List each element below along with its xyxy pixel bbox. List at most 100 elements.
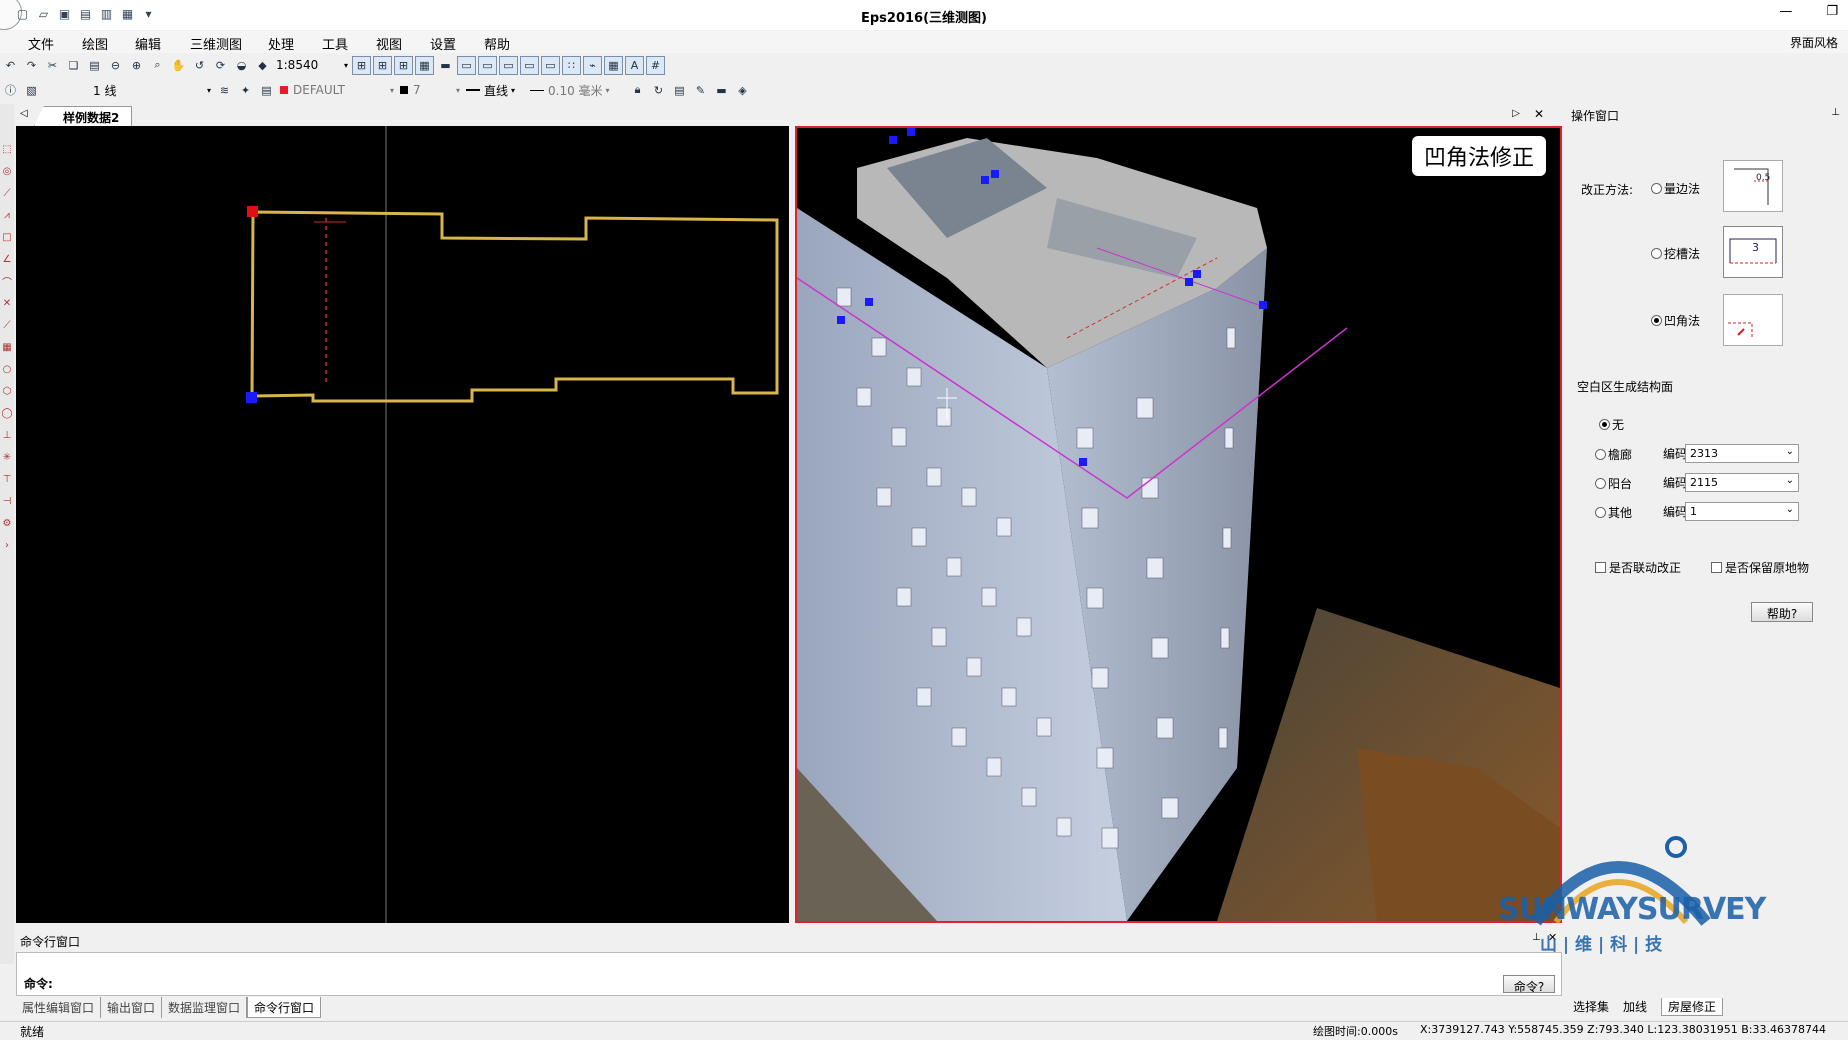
refresh-icon[interactable]: ↻	[649, 81, 668, 100]
code-select-other[interactable]: 1 ⌄	[1685, 502, 1799, 521]
tab-selection-set[interactable]: 选择集	[1573, 998, 1609, 1016]
grid-view-1-icon[interactable]: ⊞	[352, 55, 371, 75]
radio-concave[interactable]	[1651, 315, 1662, 326]
keep-original-checkbox[interactable]: 是否保留原地物	[1711, 559, 1809, 576]
code-select-eave[interactable]: 2313 ⌄	[1685, 444, 1799, 463]
color-select[interactable]: 7 ▾	[397, 81, 463, 99]
brush-icon[interactable]: ✎	[691, 81, 710, 100]
command-input[interactable]	[16, 952, 1562, 996]
copy-icon[interactable]: ❏	[64, 56, 83, 75]
zoom-previous-icon[interactable]: ↺	[190, 56, 209, 75]
menu-file[interactable]: 文件	[28, 34, 54, 53]
menu-tools[interactable]: 工具	[322, 34, 348, 53]
linked-correction-box[interactable]	[1595, 562, 1606, 573]
layer-view-3-icon[interactable]: ▭	[499, 55, 518, 75]
method-slot[interactable]: 挖槽法	[1651, 245, 1700, 262]
struct-other[interactable]: 其他	[1595, 504, 1632, 521]
snap-line-icon[interactable]: ⌁	[583, 55, 602, 75]
scale-select[interactable]: 1:8540 ▾	[273, 56, 351, 74]
method-measure-edge[interactable]: 量边法	[1651, 180, 1700, 197]
layer-view-4-icon[interactable]: ▭	[520, 55, 539, 75]
zoom-in-icon[interactable]: ⊕	[127, 56, 146, 75]
menu-draw[interactable]: 绘图	[82, 34, 108, 53]
properties-icon[interactable]: ▤	[670, 81, 689, 100]
rect-tool-icon[interactable]: □	[1, 228, 13, 246]
view-3d-icon[interactable]: ◒	[232, 56, 251, 75]
layer-name-select[interactable]: DEFAULT ▾	[277, 81, 397, 99]
more-tools-icon[interactable]: ›	[1, 536, 13, 554]
polyline-tool-icon[interactable]: ⩘	[1, 206, 13, 224]
tab-data-supervision[interactable]: 数据监理窗口	[162, 997, 248, 1018]
line-tool-icon[interactable]: ⟋	[1, 184, 13, 202]
polygon-tool-icon[interactable]: ⬡	[1, 382, 13, 400]
cube-icon[interactable]: ◈	[733, 81, 752, 100]
arc-tool-icon[interactable]: ⌒	[1, 272, 13, 290]
start-vertex-marker[interactable]	[247, 206, 258, 217]
grid-view-2-icon[interactable]: ⊞	[373, 55, 392, 75]
radio-measure-edge[interactable]	[1651, 183, 1662, 194]
tee-tool-icon[interactable]: ⊤	[1, 470, 13, 488]
radio-slot[interactable]	[1651, 248, 1662, 259]
text-tool-icon[interactable]: A	[625, 55, 644, 75]
layers-icon[interactable]: ≋	[215, 81, 234, 100]
select-tool-icon[interactable]: ⬚	[1, 140, 13, 158]
tab-add-line[interactable]: 加线	[1623, 998, 1647, 1016]
layer-view-5-icon[interactable]: ▭	[541, 55, 560, 75]
menu-edit[interactable]: 编辑	[135, 34, 161, 53]
number-tool-icon[interactable]: #	[646, 55, 665, 75]
lock-icon[interactable]: ▤	[257, 81, 276, 100]
display-mode-icon[interactable]: ▬	[436, 56, 455, 75]
keep-original-box[interactable]	[1711, 562, 1722, 573]
snap-grid-icon[interactable]: ▦	[604, 55, 623, 75]
command-help-button[interactable]: 命令?	[1503, 975, 1555, 994]
radio-struct-other[interactable]	[1595, 507, 1606, 518]
grid-view-4-icon[interactable]: ▦	[415, 55, 434, 75]
end-vertex-marker[interactable]	[246, 392, 257, 403]
pan-icon[interactable]: ✋	[169, 56, 188, 75]
tab-output[interactable]: 输出窗口	[101, 997, 163, 1018]
menu-view[interactable]: 视图	[376, 34, 402, 53]
star-tool-icon[interactable]: ✳	[1, 448, 13, 466]
radio-struct-balcony[interactable]	[1595, 478, 1606, 489]
struct-balcony[interactable]: 阳台	[1595, 475, 1632, 492]
line-width-select[interactable]: 0.10 毫米 ▾	[527, 81, 627, 99]
tab-command-line[interactable]: 命令行窗口	[247, 997, 322, 1018]
perp-tool-icon[interactable]: ⊥	[1, 426, 13, 444]
method-concave[interactable]: 凹角法	[1651, 312, 1700, 329]
paste-icon[interactable]: ▤	[85, 56, 104, 75]
tab-sample-data[interactable]: 样例数据2	[34, 106, 133, 126]
layer-view-2-icon[interactable]: ▭	[478, 55, 497, 75]
redo-icon[interactable]: ↷	[22, 56, 41, 75]
layer-select[interactable]: 1 线 ▾	[90, 81, 214, 99]
zoom-out-icon[interactable]: ⊖	[106, 56, 125, 75]
hatch-tool-icon[interactable]: ▦	[1, 338, 13, 356]
building-outline[interactable]	[250, 210, 779, 403]
circle-tool-icon[interactable]: ○	[1, 360, 13, 378]
close-doc-icon[interactable]: ✕	[1534, 107, 1544, 121]
ellipse-tool-icon[interactable]: ◯	[1, 404, 13, 422]
map-2d-view[interactable]	[16, 126, 789, 923]
tab-attribute-edit[interactable]: 属性编辑窗口	[16, 997, 102, 1018]
minimize-icon[interactable]: —	[1779, 4, 1792, 19]
restore-icon[interactable]: ❐	[1826, 4, 1838, 19]
linked-correction-checkbox[interactable]: 是否联动改正	[1595, 559, 1681, 576]
code-select-balcony[interactable]: 2115 ⌄	[1685, 473, 1799, 492]
layer-view-1-icon[interactable]: ▭	[457, 55, 476, 75]
tab-house-correction[interactable]: 房屋修正	[1661, 998, 1724, 1016]
radio-struct-eave[interactable]	[1595, 449, 1606, 460]
menu-3d-mapping[interactable]: 三维测图	[190, 34, 242, 53]
grid-view-3-icon[interactable]: ⊞	[394, 55, 413, 75]
settings-tool-icon[interactable]: ⚙	[1, 514, 13, 532]
tab-scroll-right-icon[interactable]: ▷	[1512, 108, 1520, 119]
monitor-icon[interactable]: ▬	[712, 81, 731, 100]
struct-none[interactable]: 无	[1599, 416, 1624, 433]
pin-icon[interactable]: ⊥	[1831, 107, 1840, 118]
measure-tool-icon[interactable]: ⟋	[1, 316, 13, 334]
scale-icon[interactable]: ◆	[253, 56, 272, 75]
zoom-window-icon[interactable]: ⌕	[148, 56, 167, 75]
lock-layer-icon[interactable]: 🔒︎	[628, 81, 647, 100]
menu-process[interactable]: 处理	[268, 34, 294, 53]
interface-style-button[interactable]: 界面风格	[1790, 34, 1838, 51]
rotate-icon[interactable]: ⟳	[211, 56, 230, 75]
menu-help[interactable]: 帮助	[484, 34, 510, 53]
